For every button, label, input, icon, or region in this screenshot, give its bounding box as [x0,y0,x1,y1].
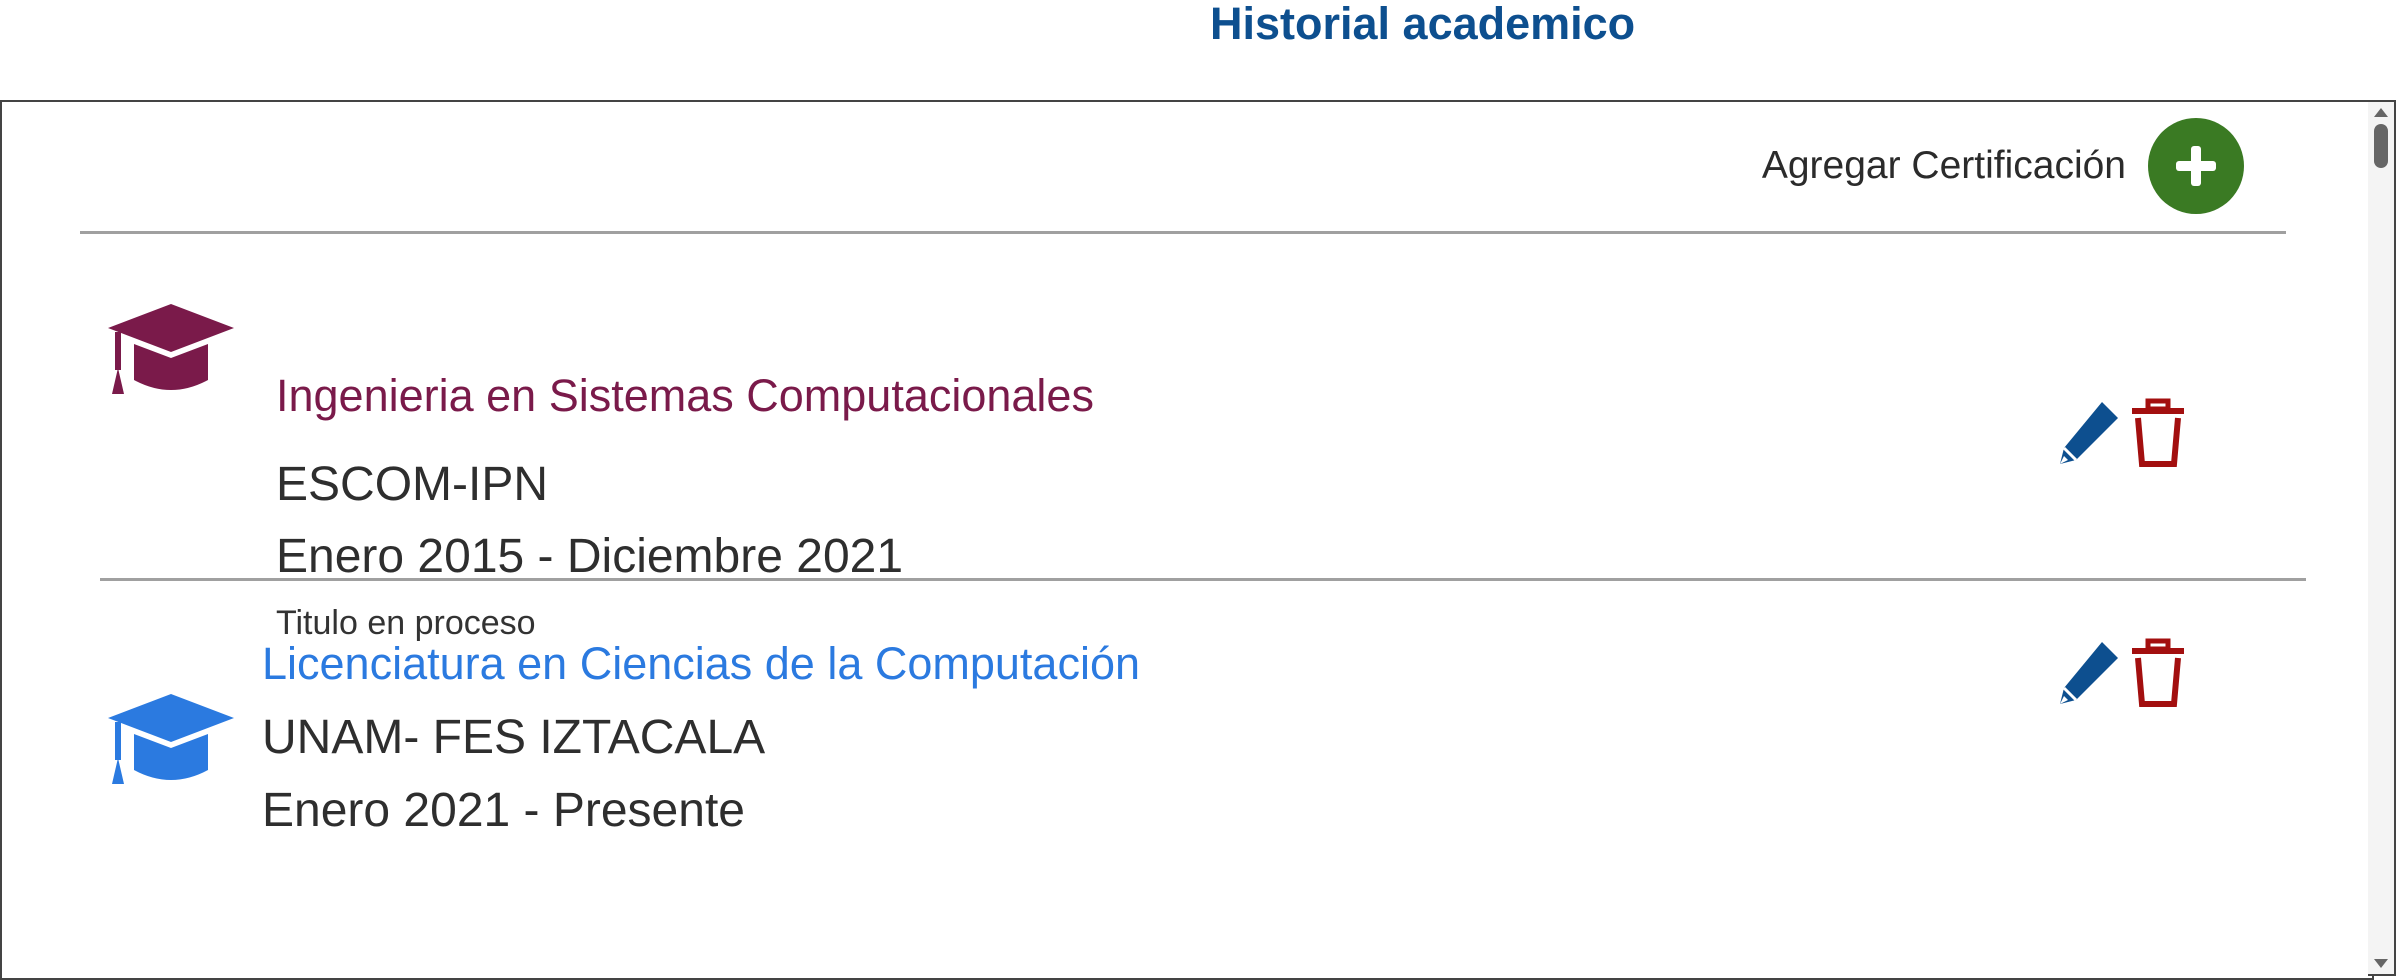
trash-icon[interactable] [2124,398,2192,470]
school-name: UNAM- FES IZTACALA [262,711,766,764]
pencil-icon[interactable] [2054,398,2122,470]
graduation-cap-icon [108,304,234,394]
pencil-icon[interactable] [2054,638,2122,710]
academic-history-panel: Agregar Certificación Ingenieria en Sist… [0,100,2374,980]
date-range: Enero 2015 - Diciembre 2021 [276,530,904,583]
page-title: Historial academico [1210,0,1636,49]
degree-title: Licenciatura en Ciencias de la Computaci… [262,638,1141,689]
divider [80,231,2286,234]
scroll-down-icon[interactable] [2374,959,2388,968]
vertical-scrollbar[interactable] [2368,100,2396,976]
trash-icon[interactable] [2124,638,2192,710]
divider [100,578,2306,581]
add-certification-label: Agregar Certificación [1761,144,2126,187]
school-name: ESCOM-IPN [276,458,549,511]
graduation-cap-icon [108,694,234,784]
add-certification-row: Agregar Certificación [1762,118,2244,214]
date-range: Enero 2021 - Presente [262,784,745,837]
add-certification-button[interactable] [2148,118,2244,214]
scroll-up-icon[interactable] [2374,108,2388,117]
degree-title: Ingenieria en Sistemas Computacionales [276,370,1094,421]
scroll-thumb[interactable] [2374,124,2388,168]
